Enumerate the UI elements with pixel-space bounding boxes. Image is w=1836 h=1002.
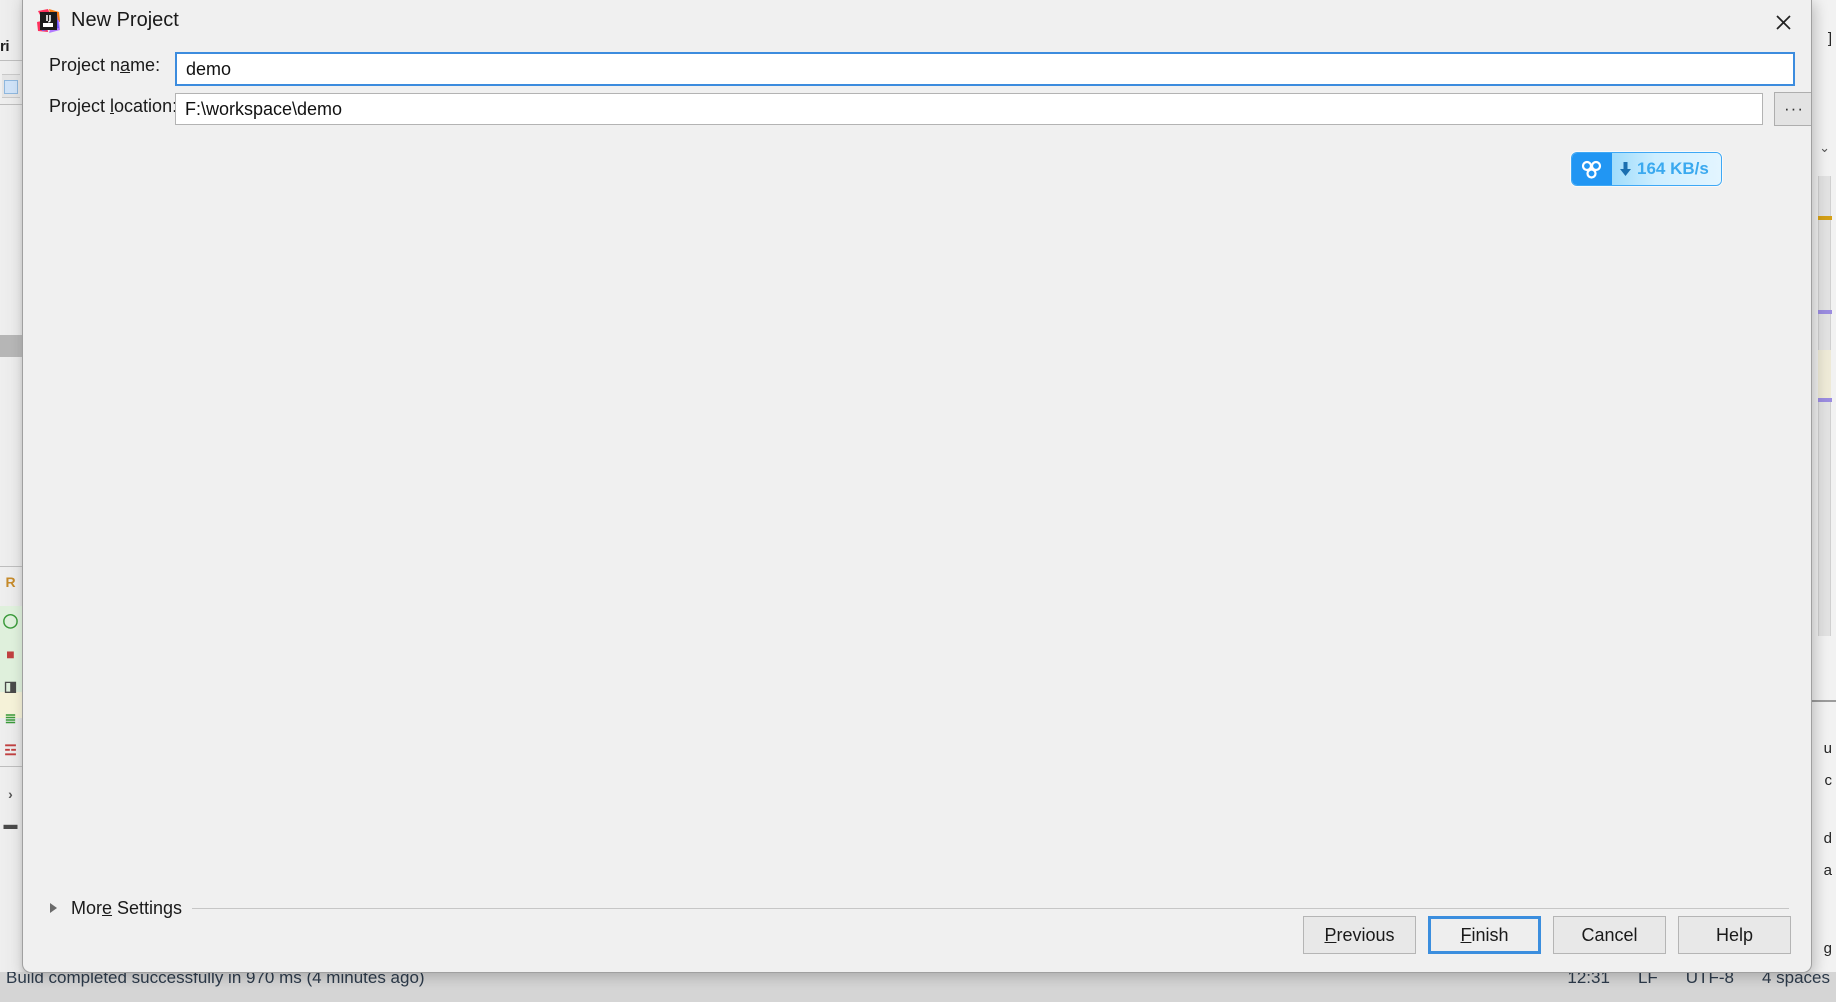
project-location-label: Project location: [49, 96, 178, 116]
project-name-label: Project name: [49, 55, 161, 75]
ide-toolwindow-icon[interactable]: R [2, 574, 19, 591]
editor-text-fragment: c [1824, 772, 1833, 789]
dialog-button-bar: Previous Finish Cancel Help [1303, 916, 1791, 954]
close-icon[interactable] [1763, 4, 1803, 40]
ide-left-label: ri [0, 38, 10, 55]
ide-toolwindow-icon[interactable]: ◨ [2, 678, 19, 695]
build-status-message: Build completed successfully in 970 ms (… [6, 972, 425, 987]
chevron-down-icon: ⌄ [1819, 140, 1830, 155]
editor-text-fragment: g [1823, 940, 1832, 957]
browse-location-button[interactable]: ··· [1774, 92, 1811, 126]
ide-toolwindow-icon[interactable]: ◯ [2, 612, 19, 629]
status-bar-item[interactable]: LF [1638, 972, 1658, 988]
button-label-suffix: revious [1336, 924, 1395, 945]
download-arrow-icon [1620, 162, 1631, 176]
dialog-title: New Project [71, 9, 179, 31]
intellij-idea-icon: IJ [35, 8, 61, 34]
project-location-input[interactable] [175, 93, 1763, 125]
status-bar-right-items: 12:31 LF UTF-8 4 spaces [1567, 972, 1830, 988]
editor-text-fragment: d [1823, 830, 1832, 847]
editor-text-fragment: a [1823, 862, 1832, 879]
editor-text-fragment: u [1823, 740, 1832, 757]
ide-toolwindow-icon[interactable]: ▬ [2, 816, 19, 833]
ellipsis-icon: ··· [1784, 99, 1804, 118]
finish-button[interactable]: Finish [1428, 916, 1541, 954]
ide-toolwindow-icon[interactable]: ☲ [2, 742, 19, 759]
network-speed-icon [1572, 153, 1612, 185]
button-label-suffix: inish [1471, 924, 1509, 945]
new-project-dialog: IJ New Project Project name: Project loc… [22, 0, 1812, 973]
status-bar-item[interactable]: UTF-8 [1686, 972, 1734, 988]
dialog-titlebar: IJ New Project [23, 0, 1811, 44]
help-button[interactable]: Help [1678, 916, 1791, 954]
ide-right-highlight-band [1818, 350, 1831, 398]
button-label-mnemonic: F [1460, 924, 1472, 945]
more-settings-separator [192, 907, 1789, 909]
button-label-mnemonic: P [1324, 924, 1337, 945]
cancel-button[interactable]: Cancel [1553, 916, 1666, 954]
ide-toolwindow-icon[interactable]: ≣ [2, 710, 19, 727]
editor-gutter-mark[interactable] [1818, 310, 1832, 314]
svg-text:IJ: IJ [46, 14, 52, 23]
network-speed-body: 164 KB/s [1612, 153, 1721, 185]
button-label-prefix: Cancel [1581, 924, 1638, 945]
status-bar-item[interactable]: 4 spaces [1762, 972, 1830, 988]
status-bar: Build completed successfully in 970 ms (… [0, 972, 1836, 1002]
network-speed-badge[interactable]: 164 KB/s [1571, 152, 1722, 186]
more-settings-label: More Settings [71, 897, 183, 918]
chevron-right-icon [49, 901, 61, 915]
previous-button[interactable]: Previous [1303, 916, 1416, 954]
editor-text-fragment: ] [1827, 30, 1832, 47]
project-name-input[interactable] [175, 52, 1795, 86]
editor-gutter-mark[interactable] [1818, 398, 1832, 402]
ide-toolwindow-icon[interactable]: › [2, 786, 19, 803]
ide-left-panel-chip [4, 80, 18, 94]
status-bar-item[interactable]: 12:31 [1567, 972, 1610, 988]
network-speed-text: 164 KB/s [1637, 159, 1709, 178]
ide-toolwindow-icon[interactable]: ■ [2, 646, 19, 663]
editor-scrollbar[interactable] [1818, 176, 1831, 636]
button-label-prefix: Help [1715, 924, 1754, 945]
editor-gutter-mark[interactable] [1818, 216, 1832, 220]
